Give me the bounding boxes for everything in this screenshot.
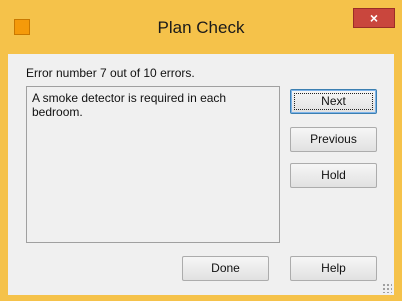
hold-button[interactable]: Hold — [290, 163, 377, 188]
dialog-title: Plan Check — [157, 18, 245, 37]
error-message-box: A smoke detector is required in each bed… — [26, 86, 280, 243]
hold-button-label: Hold — [321, 168, 346, 182]
focus-rectangle — [294, 93, 373, 110]
close-button[interactable]: × — [353, 8, 395, 28]
done-button-label: Done — [211, 261, 240, 275]
next-button[interactable]: Next — [290, 89, 377, 114]
error-count-text: Error number 7 out of 10 errors. — [26, 66, 195, 80]
done-button[interactable]: Done — [182, 256, 269, 281]
title-bar[interactable]: Plan Check × — [0, 0, 402, 54]
dialog-body: Error number 7 out of 10 errors. A smoke… — [8, 54, 394, 295]
help-button-label: Help — [321, 261, 346, 275]
previous-button-label: Previous — [310, 132, 357, 146]
help-button[interactable]: Help — [290, 256, 377, 281]
resize-grip-icon[interactable] — [382, 283, 392, 293]
previous-button[interactable]: Previous — [290, 127, 377, 152]
plan-check-dialog: Plan Check × Error number 7 out of 10 er… — [0, 0, 402, 301]
error-message-text: A smoke detector is required in each bed… — [32, 91, 227, 119]
